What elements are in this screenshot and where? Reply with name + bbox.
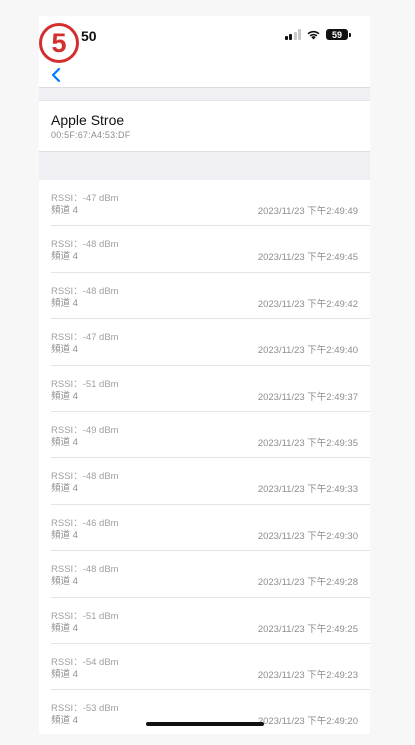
- section-separator: [39, 151, 370, 180]
- status-icons: 59: [284, 29, 351, 40]
- record-timestamp: 2023/11/23 下午2:49:40: [257, 345, 358, 357]
- record-timestamp: 2023/11/23 下午2:49:20: [257, 716, 358, 728]
- channel-value: 頻道 4: [51, 390, 78, 402]
- status-time: 50: [81, 28, 97, 44]
- record-timestamp: 2023/11/23 下午2:49:30: [257, 530, 358, 542]
- record-timestamp: 2023/11/23 下午2:49:28: [257, 577, 358, 589]
- channel-value: 頻道 4: [51, 436, 78, 448]
- home-indicator[interactable]: [146, 722, 264, 726]
- channel-value: 頻道 4: [51, 205, 78, 216]
- record-timestamp: 2023/11/23 下午2:49:49: [257, 206, 358, 217]
- channel-value: 頻道 4: [51, 576, 78, 588]
- back-chevron-icon[interactable]: [45, 60, 69, 88]
- scan-record-list: RSSI：-47 dBm 頻道 4 2023/11/23 下午2:49:49 R…: [39, 180, 370, 734]
- scan-record-row[interactable]: RSSI：-47 dBm 頻道 4 2023/11/23 下午2:49:40: [51, 319, 370, 366]
- device-mac-address: 00:5F:67:A4:53:DF: [51, 130, 131, 140]
- scan-record-row[interactable]: RSSI：-48 dBm 頻道 4 2023/11/23 下午2:49:42: [51, 273, 370, 320]
- scan-record-row[interactable]: RSSI：-54 dBm 頻道 4 2023/11/23 下午2:49:23: [51, 644, 370, 691]
- scan-record-row[interactable]: RSSI：-53 dBm 頻道 4 2023/11/23 下午2:49:20: [51, 690, 370, 734]
- record-timestamp: 2023/11/23 下午2:49:42: [257, 298, 358, 310]
- scan-record-row[interactable]: RSSI：-48 dBm 頻道 4 2023/11/23 下午2:49:28: [51, 551, 370, 598]
- scan-record-row[interactable]: RSSI：-48 dBm 頻道 4 2023/11/23 下午2:49:33: [51, 458, 370, 505]
- record-timestamp: 2023/11/23 下午2:49:23: [257, 669, 358, 681]
- channel-value: 頻道 4: [51, 622, 78, 634]
- record-timestamp: 2023/11/23 下午2:49:45: [257, 252, 358, 264]
- scan-record-row[interactable]: RSSI：-49 dBm 頻道 4 2023/11/23 下午2:49:35: [51, 412, 370, 459]
- status-bar: 50 59: [39, 16, 370, 60]
- battery-icon: 59: [326, 29, 351, 40]
- scan-record-row[interactable]: RSSI：-48 dBm 頻道 4 2023/11/23 下午2:49:45: [51, 226, 370, 273]
- record-timestamp: 2023/11/23 下午2:49:33: [257, 484, 358, 496]
- scan-record-row[interactable]: RSSI：-46 dBm 頻道 4 2023/11/23 下午2:49:30: [51, 505, 370, 552]
- record-timestamp: 2023/11/23 下午2:49:25: [257, 623, 358, 635]
- channel-value: 頻道 4: [51, 529, 78, 541]
- wifi-icon: [307, 30, 320, 40]
- scan-record-row[interactable]: RSSI：-51 dBm 頻道 4 2023/11/23 下午2:49:37: [51, 366, 370, 412]
- cellular-signal-icon: [284, 29, 301, 40]
- record-timestamp: 2023/11/23 下午2:49:35: [257, 437, 358, 449]
- channel-value: 頻道 4: [51, 251, 78, 263]
- phone-screen: 50 59 5 Apple Stroe 00:5F:67:A4:53:DF RS…: [39, 16, 370, 734]
- channel-value: 頻道 4: [51, 483, 78, 495]
- scan-record-row[interactable]: RSSI：-51 dBm 頻道 4 2023/11/23 下午2:49:25: [51, 598, 370, 644]
- device-header: Apple Stroe 00:5F:67:A4:53:DF: [39, 101, 370, 151]
- step-number-badge: 5: [39, 23, 79, 63]
- nav-divider: [39, 87, 370, 101]
- record-timestamp: 2023/11/23 下午2:49:37: [257, 391, 358, 403]
- device-name: Apple Stroe: [51, 112, 125, 128]
- channel-value: 頻道 4: [51, 344, 78, 356]
- scan-record-row[interactable]: RSSI：-47 dBm 頻道 4 2023/11/23 下午2:49:49: [51, 180, 370, 227]
- channel-value: 頻道 4: [51, 715, 78, 727]
- channel-value: 頻道 4: [51, 668, 78, 680]
- channel-value: 頻道 4: [51, 297, 78, 309]
